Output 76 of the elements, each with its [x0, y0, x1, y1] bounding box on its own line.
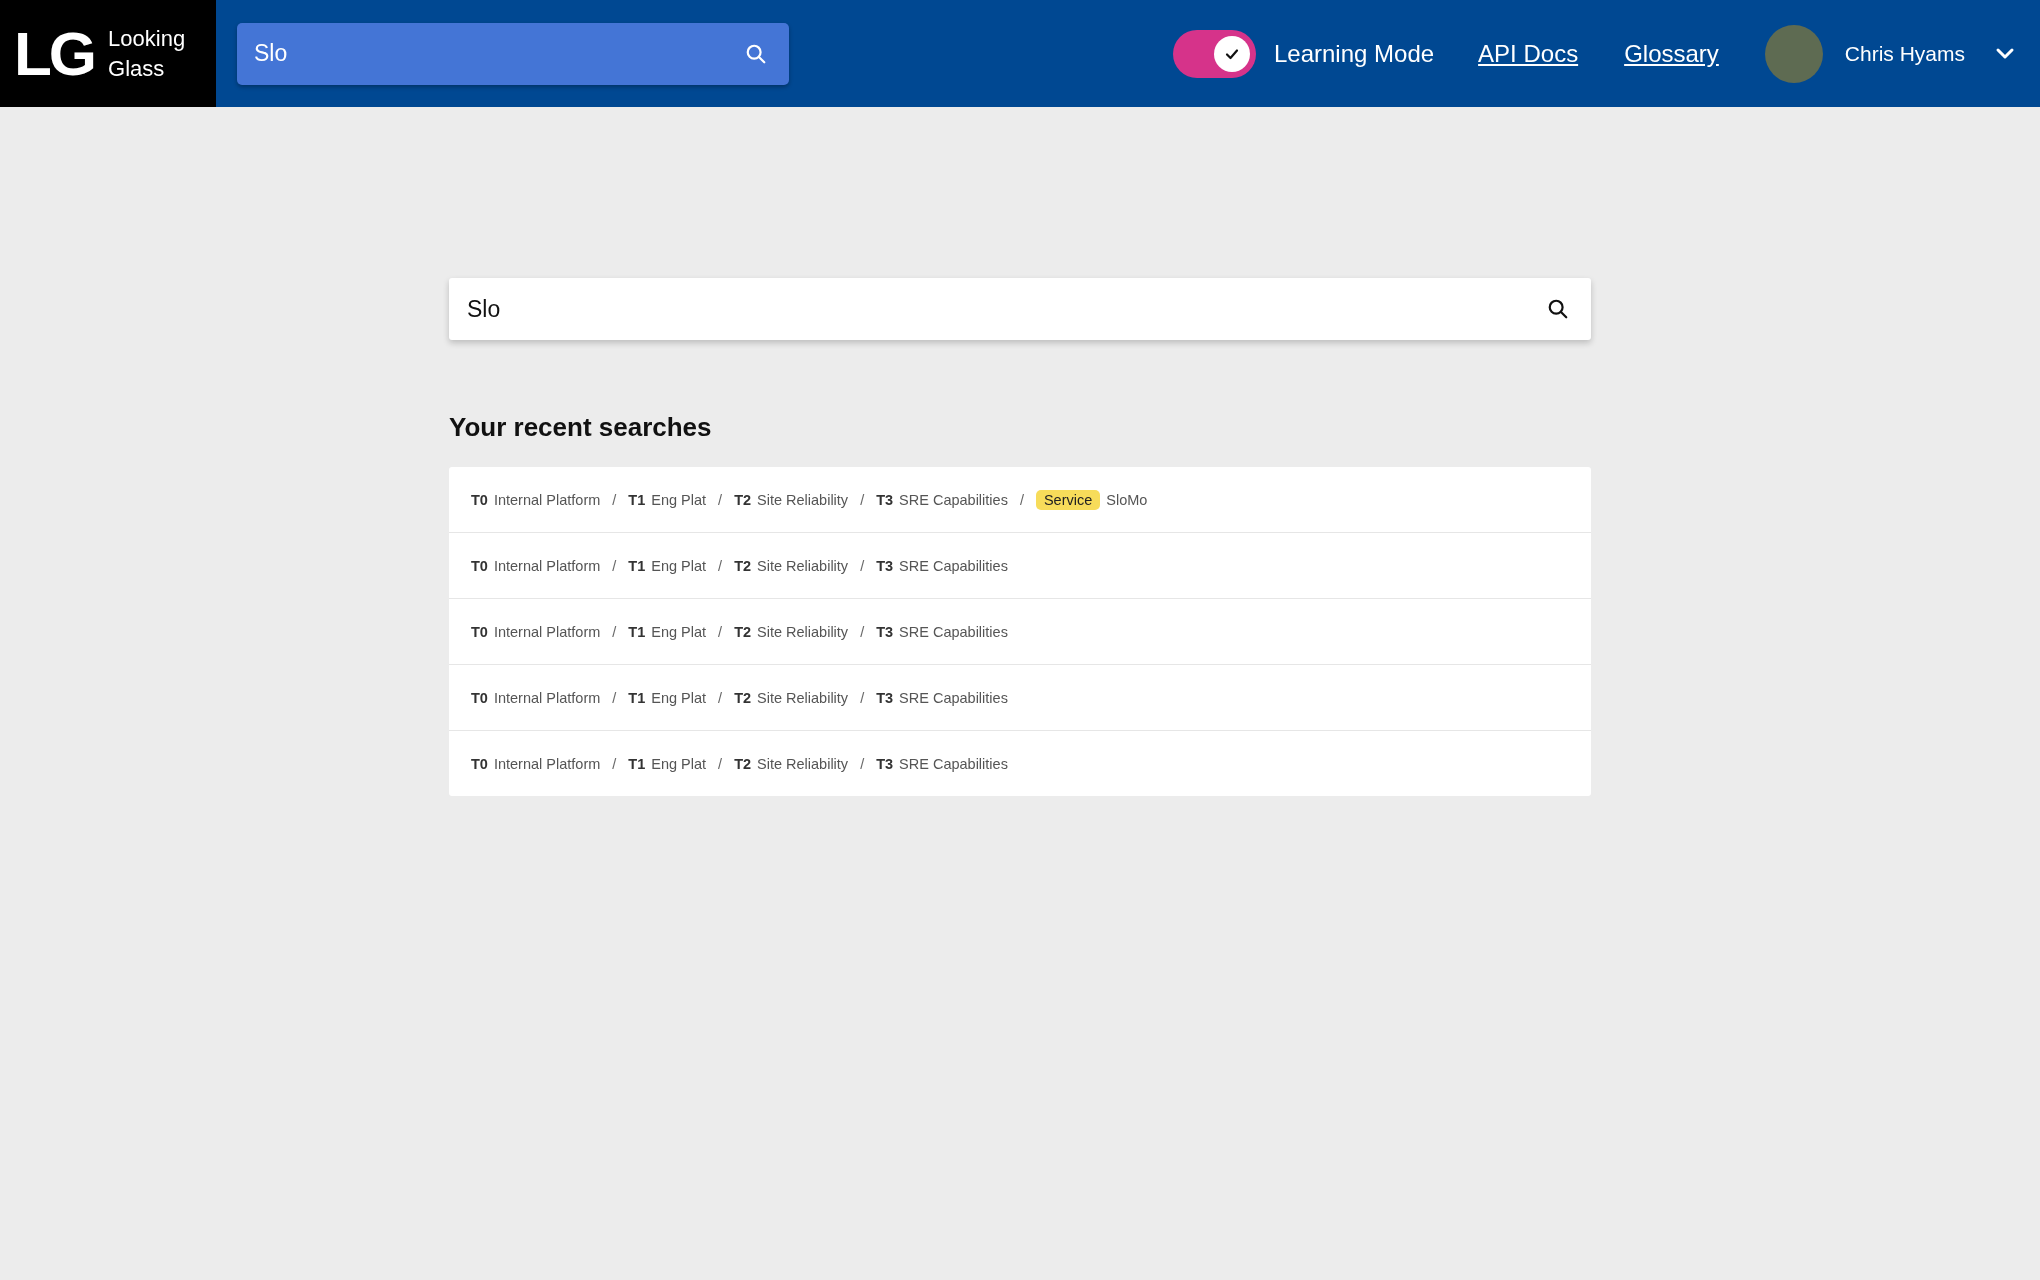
tier-label: T3	[876, 689, 894, 706]
logo-text: Looking	[108, 24, 186, 53]
recent-search-row[interactable]: T0 Internal Platform / T1 Eng Plat / T2 Site Reliability / T3 SRE Capabilities	[449, 664, 1591, 730]
breadcrumb-separator: /	[1019, 491, 1024, 508]
breadcrumb-item[interactable]: Site Reliability	[757, 755, 849, 772]
breadcrumb-item[interactable]: Internal Platform	[493, 755, 601, 772]
breadcrumb-separator: /	[612, 755, 617, 772]
tier-label: T0	[471, 557, 488, 574]
logo-text: Glass	[108, 54, 166, 83]
breadcrumb-item[interactable]: Internal Platform	[493, 689, 601, 706]
breadcrumb-separator: /	[718, 689, 723, 706]
breadcrumb-separator: /	[718, 623, 723, 640]
search-icon[interactable]	[1547, 298, 1569, 320]
breadcrumb-separator: /	[860, 755, 865, 772]
breadcrumb-item[interactable]: SRE Capabilities	[899, 491, 1008, 508]
breadcrumb-separator: /	[718, 491, 723, 508]
breadcrumb-item[interactable]: Site Reliability	[757, 689, 849, 706]
breadcrumb-separator: /	[718, 755, 723, 772]
breadcrumb-separator: /	[860, 557, 865, 574]
tier-label: T3	[876, 623, 894, 640]
breadcrumb-item[interactable]: Internal Platform	[493, 557, 601, 574]
tier-label: T1	[628, 689, 646, 706]
breadcrumb-separator: /	[718, 557, 723, 574]
type-badge: Service	[1035, 489, 1101, 510]
breadcrumb-item[interactable]: Site Reliability	[757, 623, 849, 640]
tier-label: T3	[876, 755, 894, 772]
search-field[interactable]: Slo	[449, 278, 1591, 340]
breadcrumb-item[interactable]: SRE Capabilities	[899, 557, 1008, 574]
tier-label: T3	[876, 491, 894, 508]
nav-link[interactable]: Glossary	[1624, 39, 1719, 68]
tier-label: T2	[734, 623, 752, 640]
breadcrumb-item[interactable]: SRE Capabilities	[899, 623, 1008, 640]
breadcrumb-item[interactable]: Eng Plat	[651, 491, 707, 508]
breadcrumb-separator: /	[860, 623, 865, 640]
tier-label: T2	[734, 755, 752, 772]
breadcrumb-item[interactable]: Eng Plat	[651, 623, 707, 640]
user-name[interactable]: Chris Hyams	[1844, 41, 1965, 66]
tier-label: T2	[734, 689, 752, 706]
breadcrumb-separator: /	[612, 491, 617, 508]
breadcrumb-item[interactable]: Eng Plat	[651, 755, 707, 772]
tier-label: T1	[628, 557, 646, 574]
recent-search-row[interactable]: T0 Internal Platform / T1 Eng Plat / T2 Site Reliability / T3 SRE Capabilities	[449, 598, 1591, 664]
breadcrumb-item[interactable]: Eng Plat	[651, 689, 707, 706]
logo-mark: LG	[14, 22, 95, 85]
tier-label: T0	[471, 623, 488, 640]
breadcrumb-item[interactable]: Site Reliability	[757, 557, 849, 574]
recent-search-row[interactable]: T0 Internal Platform / T1 Eng Plat / T2 Site Reliability / T3 SRE Capabilities / Service SloMo	[449, 467, 1591, 532]
learning-mode-label: Learning Mode	[1273, 39, 1435, 68]
breadcrumb-item[interactable]: SRE Capabilities	[899, 755, 1008, 772]
tier-label: T3	[876, 557, 894, 574]
tier-label: T0	[471, 689, 488, 706]
nav-link[interactable]: API Docs	[1478, 39, 1579, 68]
learning-mode-toggle[interactable]	[1172, 29, 1256, 78]
breadcrumb-item[interactable]: Internal Platform	[493, 623, 601, 640]
chevron-down-icon[interactable]	[1995, 46, 2015, 61]
recent-search-row[interactable]: T0 Internal Platform / T1 Eng Plat / T2 Site Reliability / T3 SRE Capabilities	[449, 730, 1591, 796]
breadcrumb-separator: /	[860, 491, 865, 508]
breadcrumb-item[interactable]: SRE Capabilities	[899, 689, 1008, 706]
breadcrumb-separator: /	[612, 557, 617, 574]
recent-search-row[interactable]: T0 Internal Platform / T1 Eng Plat / T2 Site Reliability / T3 SRE Capabilities	[449, 532, 1591, 598]
tier-label: T1	[628, 491, 646, 508]
tier-label: T1	[628, 623, 646, 640]
breadcrumb-item[interactable]: SloMo	[1106, 491, 1148, 508]
header-search-field[interactable]: Slo	[237, 22, 789, 85]
section-title: Your recent searches	[449, 412, 713, 443]
tier-label: T1	[628, 755, 646, 772]
tier-label: T0	[471, 491, 488, 508]
breadcrumb-separator: /	[612, 623, 617, 640]
breadcrumb-item[interactable]: Internal Platform	[493, 491, 601, 508]
breadcrumb-separator: /	[860, 689, 865, 706]
tier-label: T0	[471, 755, 488, 772]
breadcrumb-item[interactable]: Eng Plat	[651, 557, 707, 574]
tier-label: T2	[734, 491, 752, 508]
breadcrumb-item[interactable]: Site Reliability	[757, 491, 849, 508]
tier-label: T2	[734, 557, 752, 574]
breadcrumb-separator: /	[612, 689, 617, 706]
